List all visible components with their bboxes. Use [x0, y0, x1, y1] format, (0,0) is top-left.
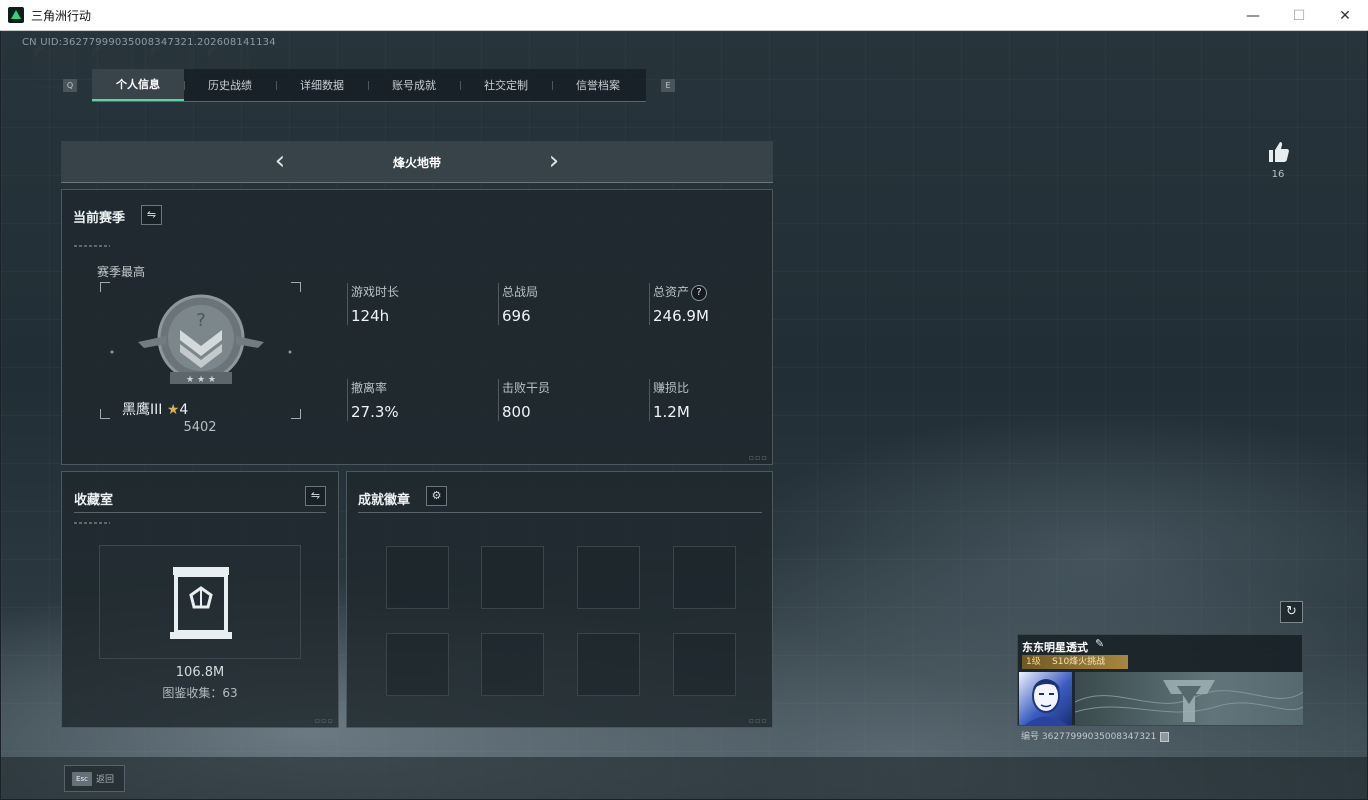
tab-social[interactable]: 社交定制	[460, 69, 552, 101]
season-panel: 当前赛季 ⇋ 赛季最高 ? ★ ★ ★ 黑鹰III ★4 5402 游戏时长 1…	[61, 189, 773, 465]
back-label: 返回	[96, 775, 115, 785]
collection-count: 图鉴收集：63	[162, 686, 238, 700]
player-card[interactable]: 东东明星透式 ✎ 1级 S10烽火挑战	[1017, 634, 1303, 726]
season-tag: 1级 S10烽火挑战	[1022, 655, 1128, 669]
season-title: 当前赛季	[73, 211, 126, 226]
stat-label: 赚损比	[653, 381, 690, 395]
stat-label-text: 总资产	[653, 285, 690, 299]
stat-label: 撤离率	[351, 381, 388, 395]
window-title: 三角洲行动	[31, 8, 92, 23]
copy-icon[interactable]	[1160, 731, 1170, 742]
stat-total-assets: 总资产? 246.9M	[649, 283, 709, 325]
tab-achievements[interactable]: 账号成就	[368, 69, 460, 101]
maximize-button[interactable]: ☐	[1276, 0, 1322, 31]
collection-display[interactable]	[99, 545, 301, 659]
tab-history[interactable]: 历史战绩	[184, 69, 276, 101]
stat-value: 246.9M	[653, 307, 709, 325]
season-switch-button[interactable]: ⇋	[141, 205, 162, 225]
stat-value: 124h	[351, 307, 390, 325]
display-case-icon	[170, 567, 232, 639]
player-id-text: 编号 36277999035008347321	[1021, 732, 1157, 742]
close-button[interactable]: ✕	[1322, 0, 1368, 31]
badge-slot[interactable]	[577, 633, 640, 696]
tab-next-key[interactable]: E	[661, 79, 675, 92]
edit-name-icon[interactable]: ✎	[1095, 637, 1104, 650]
tab-bar: 个人信息 历史战绩 详细数据 账号成就 社交定制 信誉档案	[92, 69, 646, 102]
rank-emblem-icon: ? ★ ★ ★	[110, 294, 292, 385]
badge-slot[interactable]	[673, 546, 736, 609]
help-icon[interactable]: ?	[691, 284, 708, 301]
like-count: 16	[1271, 169, 1285, 180]
player-id: 编号 36277999035008347321	[1021, 729, 1170, 742]
card-emblem-icon	[1075, 680, 1303, 722]
tab-detailed-data[interactable]: 详细数据	[276, 69, 368, 101]
rank-star-icon: ★	[166, 402, 180, 418]
decoration	[74, 245, 110, 247]
season-tag-text: S10烽火挑战	[1052, 657, 1106, 667]
tab-profile-info[interactable]: 个人信息	[92, 69, 184, 101]
refresh-button[interactable]: ↻	[1280, 601, 1303, 623]
decoration: ▫▫▫	[314, 716, 334, 725]
badge-slot[interactable]	[386, 546, 449, 609]
svg-text:?: ?	[196, 310, 206, 331]
rank-name: 黑鹰III ★4	[122, 399, 277, 419]
badge-slot[interactable]	[577, 546, 640, 609]
stat-value: 696	[502, 307, 531, 325]
bottom-bar	[1, 757, 1367, 799]
svg-text:★ ★ ★: ★ ★ ★	[186, 375, 216, 385]
card-banner	[1075, 672, 1303, 725]
mode-next-button[interactable]: ›	[544, 147, 564, 175]
like-icon[interactable]	[1267, 140, 1291, 164]
stat-extract-rate: 撤离率 27.3%	[347, 379, 399, 421]
uid-line: CN UID:3627799903500834​7321.20260814113…	[22, 37, 276, 48]
avatar[interactable]	[1019, 672, 1072, 725]
achievements-title: 成就徽章	[358, 493, 411, 508]
badge-slot[interactable]	[386, 633, 449, 696]
decoration: ▫▫▫	[748, 453, 768, 462]
badge-slot[interactable]	[481, 546, 544, 609]
stat-value: 800	[502, 403, 531, 421]
tab-prev-key[interactable]: Q	[63, 79, 77, 92]
stat-label: 总战局	[502, 285, 539, 299]
minimize-button[interactable]: —	[1230, 0, 1276, 31]
stat-profit-ratio: 赚损比 1.2M	[649, 379, 690, 421]
stat-label: 击败干员	[502, 381, 551, 395]
mode-selector: ‹ 烽火地带 ›	[61, 141, 773, 183]
tab-reputation[interactable]: 信誉档案	[552, 69, 644, 101]
rank-stars: 4	[179, 402, 189, 418]
rank-score: 5402	[183, 420, 217, 435]
rank-title: 黑鹰III	[122, 402, 163, 418]
divider	[74, 512, 326, 513]
collection-panel: 收藏室 ⇋ 106.8M 图鉴收集：63 ▫▫▫	[61, 471, 339, 728]
stat-value: 1.2M	[653, 403, 690, 421]
player-name: 东东明星透式	[1022, 641, 1088, 654]
stat-label: 游戏时长	[351, 285, 400, 299]
mode-title: 烽火地带	[392, 156, 441, 170]
achievements-panel: 成就徽章 ⚙ ▫▫▫	[346, 471, 773, 728]
stat-value: 27.3%	[351, 403, 399, 421]
decoration	[74, 522, 110, 524]
stat-operators-defeated: 击败干员 800	[498, 379, 550, 421]
back-button[interactable]: Esc 返回	[64, 765, 125, 792]
divider	[358, 512, 762, 513]
badge-slot[interactable]	[673, 633, 736, 696]
app-logo-icon	[8, 7, 24, 23]
achievements-settings-button[interactable]: ⚙	[426, 486, 447, 506]
game-screen: ⬛⬛⬛⬛ CN UID:3627799903500834​7321.202608…	[1, 31, 1367, 799]
collection-title: 收藏室	[74, 493, 114, 508]
decoration: ▫▫▫	[748, 716, 768, 725]
stat-label: 总资产?	[653, 283, 709, 301]
stat-total-matches: 总战局 696	[498, 283, 538, 325]
collection-value: 106.8M	[175, 665, 225, 680]
stat-playtime: 游戏时长 124h	[347, 283, 399, 325]
season-best-label: 赛季最高	[97, 265, 146, 279]
collection-switch-button[interactable]: ⇋	[305, 486, 326, 506]
season-level: 1级	[1026, 657, 1041, 667]
esc-key: Esc	[72, 771, 92, 786]
badge-slot[interactable]	[481, 633, 544, 696]
window-titlebar: 三角洲行动 — ☐ ✕	[0, 0, 1368, 31]
avatar-portrait-icon	[1025, 679, 1067, 725]
